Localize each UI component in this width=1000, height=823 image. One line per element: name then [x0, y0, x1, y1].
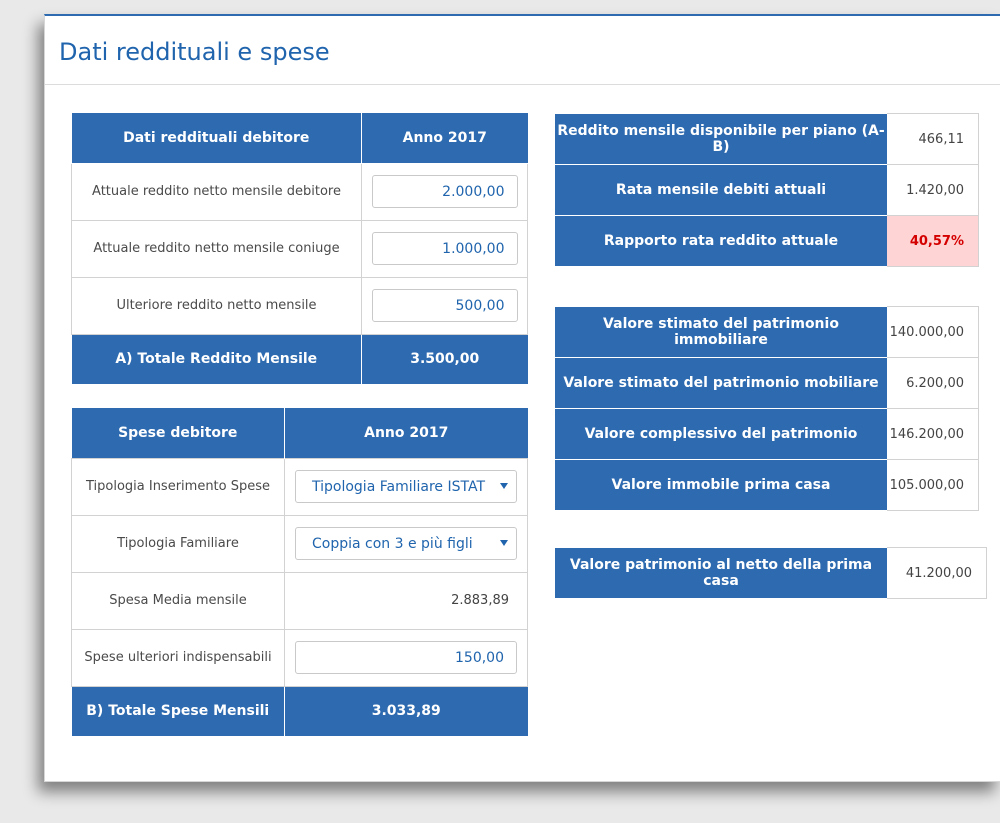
income-total-label: A) Totale Reddito Mensile: [71, 334, 362, 384]
spesa-media-value: 2.883,89: [284, 571, 528, 630]
table-row: Valore immobile prima casa 105.000,00: [555, 459, 979, 511]
spesa-media-label: Spesa Media mensile: [71, 571, 285, 630]
table-row: Attuale reddito netto mensile debitore 2…: [71, 162, 528, 221]
title-divider: [45, 84, 1000, 85]
reddito-ulteriore-input[interactable]: 500,00: [371, 289, 518, 322]
tipologia-familiare-label: Tipologia Familiare: [71, 514, 285, 573]
chevron-down-icon: [500, 540, 508, 546]
patrimonio-label: Valore stimato del patrimonio immobiliar…: [555, 306, 887, 358]
expenses-header-label: Spese debitore: [71, 408, 285, 458]
income-table: Dati reddituali debitore Anno 2017 Attua…: [71, 113, 528, 384]
patrimonio-label: Valore immobile prima casa: [555, 459, 887, 511]
patrimonio-value: 105.000,00: [887, 459, 979, 511]
netto-value: 41.200,00: [887, 547, 987, 599]
table-row: Tipologia Inserimento Spese Tipologia Fa…: [71, 457, 528, 516]
table-row: Ulteriore reddito netto mensile 500,00: [71, 276, 528, 335]
spese-ulteriori-input[interactable]: 150,00: [295, 641, 517, 674]
tipologia-familiare-value: Coppia con 3 e più figli: [312, 536, 473, 552]
expenses-table: Spese debitore Anno 2017 Tipologia Inser…: [71, 408, 528, 736]
tipologia-inserimento-value: Tipologia Familiare ISTAT: [312, 479, 485, 495]
table-row: Valore patrimonio al netto della prima c…: [555, 547, 987, 599]
summary-value: 1.420,00: [887, 164, 979, 216]
patrimonio-value: 140.000,00: [887, 306, 979, 358]
table-row: Valore stimato del patrimonio mobiliare …: [555, 357, 979, 409]
summary-table: Reddito mensile disponibile per piano (A…: [555, 113, 979, 267]
patrimonio-label: Valore stimato del patrimonio mobiliare: [555, 357, 887, 409]
summary-value: 466,11: [887, 113, 979, 165]
tipologia-familiare-select[interactable]: Coppia con 3 e più figli: [295, 527, 517, 560]
table-row: Valore complessivo del patrimonio 146.20…: [555, 408, 979, 460]
income-header-year: Anno 2017: [361, 113, 528, 164]
table-row: Reddito mensile disponibile per piano (A…: [555, 113, 979, 165]
table-row: Spesa Media mensile 2.883,89: [71, 571, 528, 630]
patrimonio-label: Valore complessivo del patrimonio: [555, 408, 887, 460]
income-row-label: Attuale reddito netto mensile debitore: [71, 162, 362, 221]
page-title: Dati reddituali e spese: [59, 38, 330, 66]
patrimonio-value: 146.200,00: [887, 408, 979, 460]
reddito-debitore-input[interactable]: 2.000,00: [371, 175, 518, 208]
table-row: Rata mensile debiti attuali 1.420,00: [555, 164, 979, 216]
table-row: Tipologia Familiare Coppia con 3 e più f…: [71, 514, 528, 573]
patrimonio-table: Valore stimato del patrimonio immobiliar…: [555, 306, 979, 511]
summary-label: Rapporto rata reddito attuale: [555, 215, 887, 267]
summary-label: Reddito mensile disponibile per piano (A…: [555, 113, 887, 165]
summary-label: Rata mensile debiti attuali: [555, 164, 887, 216]
netto-table: Valore patrimonio al netto della prima c…: [555, 547, 987, 599]
table-row: Rapporto rata reddito attuale 40,57%: [555, 215, 979, 267]
tipologia-inserimento-select[interactable]: Tipologia Familiare ISTAT: [295, 470, 517, 503]
income-header-label: Dati reddituali debitore: [71, 113, 362, 164]
table-row: Valore stimato del patrimonio immobiliar…: [555, 306, 979, 358]
reddito-coniuge-input[interactable]: 1.000,00: [371, 232, 518, 265]
income-total-value: 3.500,00: [361, 334, 528, 384]
spese-ulteriori-label: Spese ulteriori indispensabili: [71, 628, 285, 687]
income-row-label: Attuale reddito netto mensile coniuge: [71, 219, 362, 278]
table-row: Attuale reddito netto mensile coniuge 1.…: [71, 219, 528, 278]
income-row-label: Ulteriore reddito netto mensile: [71, 276, 362, 335]
netto-label: Valore patrimonio al netto della prima c…: [555, 547, 887, 599]
expenses-header-year: Anno 2017: [284, 408, 528, 458]
expenses-total-value: 3.033,89: [284, 686, 528, 736]
chevron-down-icon: [500, 483, 508, 489]
rapporto-rata-reddito-value: 40,57%: [887, 215, 979, 267]
patrimonio-value: 6.200,00: [887, 357, 979, 409]
expenses-total-label: B) Totale Spese Mensili: [71, 686, 285, 736]
table-row: Spese ulteriori indispensabili 150,00: [71, 628, 528, 687]
tipologia-inserimento-label: Tipologia Inserimento Spese: [71, 457, 285, 516]
main-card: Dati reddituali e spese Dati reddituali …: [44, 14, 1000, 782]
